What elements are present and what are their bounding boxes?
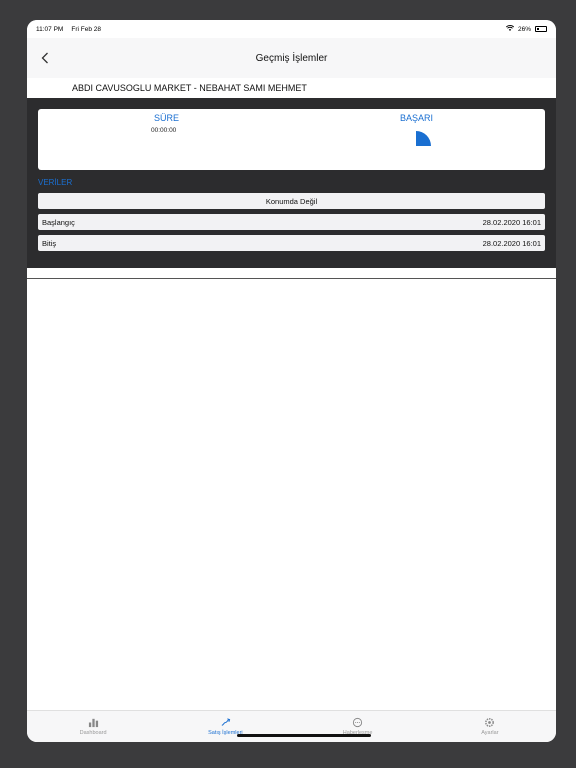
tab-bar: Dashboard Satış İşlemleri Haberleşme Aya… [27, 710, 556, 742]
tab-dashboard[interactable]: Dashboard [27, 711, 159, 742]
row-value: 28.02.2020 16:01 [482, 217, 541, 227]
row-label: Bitiş [42, 238, 57, 248]
sure-value: 00:00:00 [151, 127, 177, 134]
bar-chart-icon [88, 718, 98, 728]
navigation-bar: Geçmiş İşlemler [27, 38, 556, 78]
page-title: Geçmiş İşlemler [255, 52, 328, 64]
tab-messages[interactable]: Haberleşme [292, 711, 424, 742]
success-pie-chart [416, 131, 431, 146]
success-pie-slice [416, 131, 431, 146]
row-label: Başlangıç [42, 217, 75, 227]
veriler-title: VERİLER [38, 178, 73, 187]
screen: 11:07 PM Fri Feb 28 26% Geçmiş İşlemler … [27, 20, 556, 742]
sure-label: SÜRE [154, 113, 180, 123]
data-row-start: Başlangıç 28.02.2020 16:01 [38, 214, 545, 230]
summary-card: SÜRE 00:00:00 BAŞARI [38, 109, 545, 170]
data-row-end: Bitiş 28.02.2020 16:01 [38, 235, 545, 251]
gear-icon [485, 718, 495, 727]
location-status: Konumda Değil [265, 196, 318, 206]
row-value: 28.02.2020 16:01 [482, 238, 541, 248]
divider [27, 278, 556, 279]
battery-percent: 26% [517, 25, 531, 33]
home-indicator[interactable] [237, 734, 371, 737]
status-time: 11:07 PM [36, 25, 64, 33]
back-button[interactable] [37, 48, 53, 68]
customer-title: ABDI CAVUSOGLU MARKET - NEBAHAT SAMI MEH… [27, 78, 556, 98]
status-bar: 11:07 PM Fri Feb 28 26% [27, 20, 556, 38]
tab-sales[interactable]: Satış İşlemleri [159, 711, 291, 742]
battery-icon [535, 26, 547, 32]
chat-icon [353, 717, 363, 728]
chevron-left-icon [41, 52, 48, 64]
details-panel: SÜRE 00:00:00 BAŞARI VERİLER Konumda Değ… [27, 98, 556, 268]
sales-icon [221, 718, 231, 726]
location-status-row: Konumda Değil [38, 193, 545, 209]
tab-label: Ayarlar [481, 730, 499, 736]
basari-label: BAŞARI [400, 113, 434, 123]
status-date: Fri Feb 28 [71, 25, 101, 33]
device-frame: 11:07 PM Fri Feb 28 26% Geçmiş İşlemler … [0, 0, 576, 768]
wifi-icon [505, 25, 515, 33]
tab-settings[interactable]: Ayarlar [424, 711, 556, 742]
tab-label: Dashboard [79, 730, 107, 736]
